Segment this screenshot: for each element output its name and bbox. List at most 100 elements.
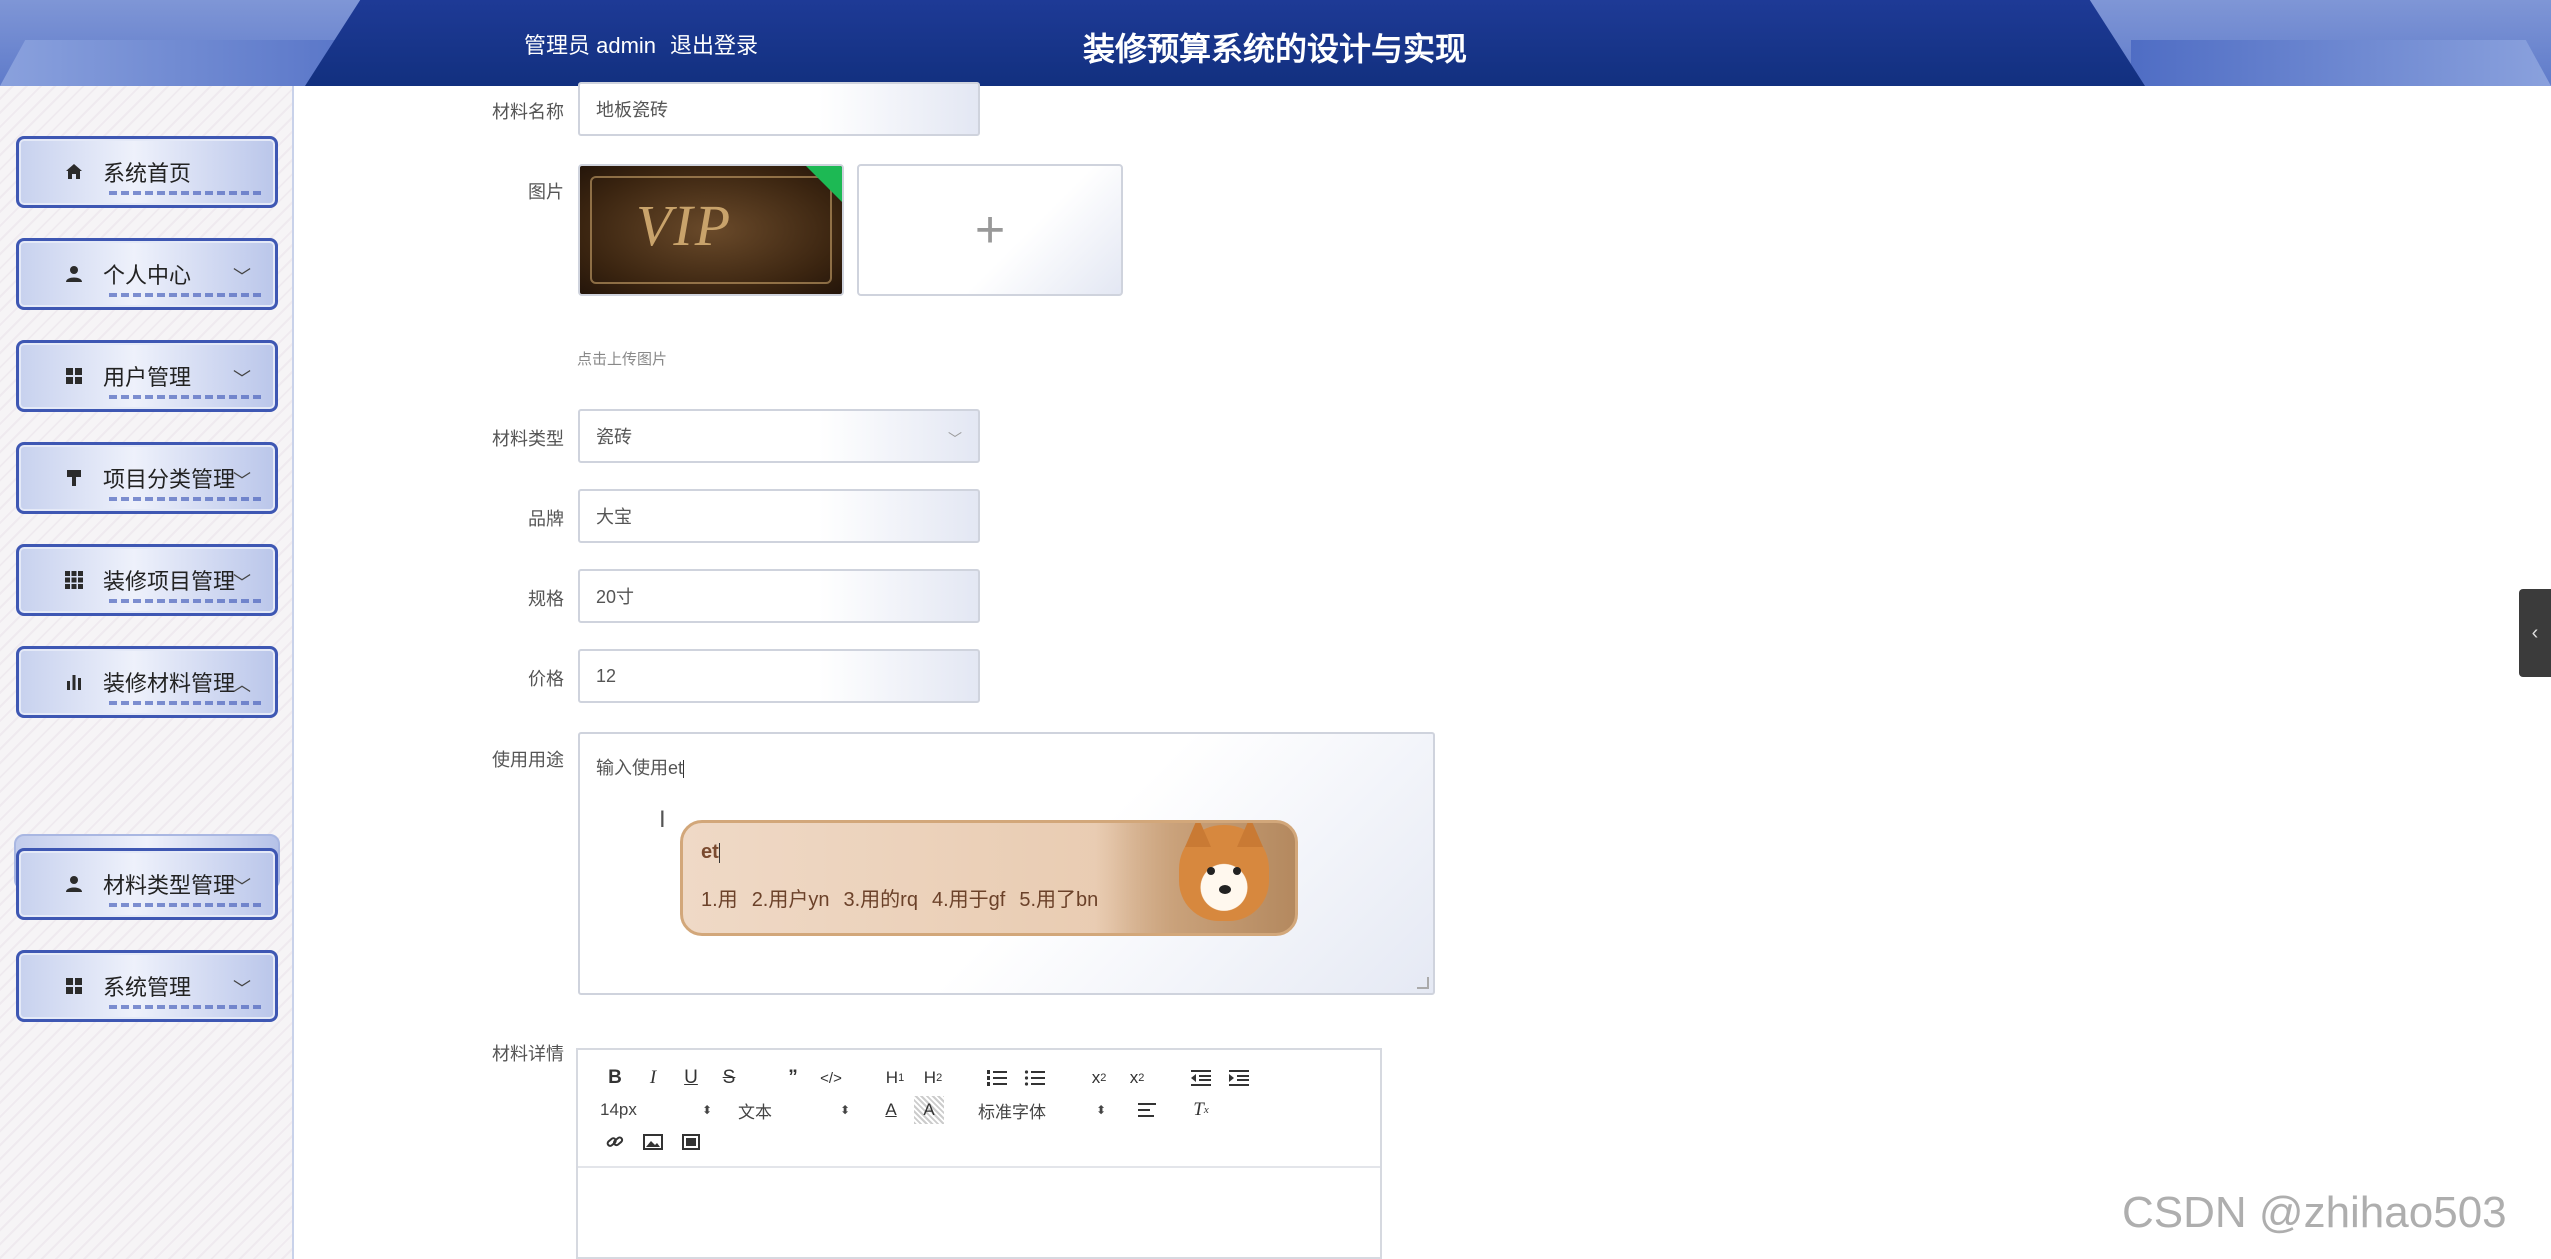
font-size-select[interactable]: 14px ⬍ bbox=[600, 1096, 712, 1124]
header-select-value: 文本 bbox=[738, 1102, 772, 1122]
ime-composition: et bbox=[701, 841, 720, 864]
header-wing-right bbox=[2131, 40, 2551, 86]
indent-icon[interactable] bbox=[1224, 1064, 1254, 1092]
home-icon bbox=[63, 161, 85, 183]
bar-chart-icon bbox=[63, 671, 85, 693]
font-size-value: 14px bbox=[600, 1100, 637, 1119]
menu-decor bbox=[109, 293, 261, 297]
clear-format-icon[interactable]: Tx bbox=[1186, 1096, 1216, 1124]
menu-decor bbox=[109, 701, 261, 705]
strikethrough-icon[interactable]: S bbox=[714, 1064, 744, 1092]
sidebar-item-label: 系统首页 bbox=[103, 161, 192, 186]
menu-decor bbox=[109, 903, 261, 907]
sidebar-item-decoration-project[interactable]: 装修项目管理 ﹀ bbox=[16, 544, 278, 616]
font-family-select[interactable]: 标准字体 ⬍ bbox=[978, 1096, 1106, 1124]
ime-candidate-popup: et 1.用 2.用户yn 3.用的rq 4.用于gf 5.用了bn bbox=[680, 820, 1298, 936]
background-color-icon[interactable]: A bbox=[914, 1096, 944, 1124]
chevron-down-icon: ﹀ bbox=[233, 877, 251, 897]
material-name-label: 材料名称 bbox=[492, 102, 564, 122]
image-icon[interactable] bbox=[638, 1128, 668, 1156]
menu-decor bbox=[109, 191, 261, 195]
watermark: CSDN @zhihao503 bbox=[2122, 1188, 2507, 1237]
spec-input[interactable]: 20寸 bbox=[578, 569, 980, 623]
brand-label: 品牌 bbox=[528, 509, 564, 529]
sidebar-item-project-category[interactable]: 项目分类管理 ﹀ bbox=[16, 442, 278, 514]
ime-candidate[interactable]: 2.用户yn bbox=[752, 883, 830, 912]
price-input[interactable]: 12 bbox=[578, 649, 980, 703]
header-1-icon[interactable]: H1 bbox=[880, 1064, 910, 1092]
menu-decor bbox=[109, 395, 261, 399]
spec-label: 规格 bbox=[528, 589, 564, 609]
resize-handle[interactable] bbox=[1417, 977, 1429, 989]
italic-icon[interactable]: I bbox=[638, 1064, 668, 1092]
rich-text-editor: B I U S ” </> H1 H2 x2 x2 14px ⬍ 文本 ⬍ A … bbox=[576, 1048, 1382, 1259]
user-icon bbox=[63, 263, 85, 285]
video-icon[interactable] bbox=[676, 1128, 706, 1156]
menu-decor bbox=[109, 497, 261, 501]
logout-link[interactable]: 退出登录 bbox=[670, 28, 758, 60]
plus-icon: + bbox=[974, 201, 1006, 259]
header-2-icon[interactable]: H2 bbox=[918, 1064, 948, 1092]
blockquote-icon[interactable]: ” bbox=[778, 1064, 808, 1092]
usage-text: 输入使用et bbox=[596, 758, 684, 778]
align-icon[interactable] bbox=[1132, 1096, 1162, 1124]
chevron-up-icon: ︿ bbox=[233, 675, 251, 695]
sidebar-item-personal[interactable]: 个人中心 ﹀ bbox=[16, 238, 278, 310]
sidebar-item-users[interactable]: 用户管理 ﹀ bbox=[16, 340, 278, 412]
sidebar-item-decoration-material[interactable]: 装修材料管理 ︿ bbox=[16, 646, 278, 718]
ime-candidate[interactable]: 4.用于gf bbox=[932, 883, 1005, 912]
user-bar: 管理员 admin 退出登录 bbox=[524, 28, 758, 60]
top-header: 管理员 admin 退出登录 装修预算系统的设计与实现 bbox=[0, 0, 2551, 86]
upload-image-button[interactable]: + bbox=[857, 164, 1123, 296]
material-name-input[interactable]: 地板瓷砖 bbox=[578, 82, 980, 136]
chevron-down-icon: ﹀ bbox=[233, 979, 251, 999]
editor-toolbar: B I U S ” </> H1 H2 x2 x2 14px ⬍ 文本 ⬍ A … bbox=[578, 1050, 1380, 1168]
material-type-select[interactable]: 瓷砖 ﹀ bbox=[578, 409, 980, 463]
user-icon bbox=[63, 873, 85, 895]
bullet-list-icon[interactable] bbox=[1020, 1064, 1050, 1092]
ime-candidates: 1.用 2.用户yn 3.用的rq 4.用于gf 5.用了bn bbox=[701, 883, 1098, 912]
ime-candidate[interactable]: 5.用了bn bbox=[1019, 883, 1098, 912]
dog-ear bbox=[1237, 823, 1263, 847]
ime-candidate[interactable]: 1.用 bbox=[701, 883, 738, 912]
code-block-icon[interactable]: </> bbox=[816, 1064, 846, 1092]
header-select[interactable]: 文本 ⬍ bbox=[738, 1096, 850, 1124]
chevron-down-icon: ﹀ bbox=[948, 431, 962, 447]
toolbar-row-1: B I U S ” </> H1 H2 x2 x2 bbox=[600, 1064, 1262, 1092]
sidebar: 系统首页 个人中心 ﹀ 用户管理 ﹀ 项目分类管理 ﹀ 装修项目管理 ﹀ 装修材… bbox=[0, 86, 294, 1259]
app-title: 装修预算系统的设计与实现 bbox=[1083, 31, 1468, 67]
editor-content-area[interactable] bbox=[578, 1170, 1380, 1257]
brush-icon bbox=[63, 467, 85, 489]
apps-icon bbox=[63, 569, 85, 591]
sidebar-item-label: 装修项目管理 bbox=[103, 569, 236, 594]
outdent-icon[interactable] bbox=[1186, 1064, 1216, 1092]
updown-icon: ⬍ bbox=[839, 1103, 850, 1117]
underline-icon[interactable]: U bbox=[676, 1064, 706, 1092]
sidebar-item-home[interactable]: 系统首页 bbox=[16, 136, 278, 208]
thumbnail-vip-text: VIP bbox=[636, 193, 733, 258]
ordered-list-icon[interactable] bbox=[982, 1064, 1012, 1092]
text-caret bbox=[683, 760, 685, 779]
menu-decor bbox=[109, 1005, 261, 1009]
ime-candidate[interactable]: 3.用的rq bbox=[844, 883, 918, 912]
brand-input[interactable]: 大宝 bbox=[578, 489, 980, 543]
material-type-value: 瓷砖 bbox=[596, 427, 632, 447]
sidebar-item-system[interactable]: 系统管理 ﹀ bbox=[16, 950, 278, 1022]
sidebar-item-label: 项目分类管理 bbox=[103, 467, 236, 492]
dog-eye bbox=[1233, 867, 1241, 875]
grid-icon bbox=[63, 365, 85, 387]
current-user-label: 管理员 admin bbox=[524, 33, 657, 58]
font-color-icon[interactable]: A bbox=[876, 1096, 906, 1124]
chevron-down-icon: ﹀ bbox=[233, 267, 251, 287]
drawer-toggle-button[interactable]: ‹ bbox=[2519, 589, 2551, 677]
bold-icon[interactable]: B bbox=[600, 1064, 630, 1092]
sidebar-item-material-type[interactable]: 材料类型管理 ﹀ bbox=[16, 848, 278, 920]
uploaded-image-thumbnail[interactable]: VIP bbox=[578, 164, 844, 296]
grid-icon bbox=[63, 975, 85, 997]
link-icon[interactable] bbox=[600, 1128, 630, 1156]
superscript-icon[interactable]: x2 bbox=[1122, 1064, 1152, 1092]
dog-nose bbox=[1219, 885, 1231, 894]
toolbar-row-2: 14px ⬍ 文本 ⬍ A A 标准字体 ⬍ Tx bbox=[600, 1096, 1224, 1124]
subscript-icon[interactable]: x2 bbox=[1084, 1064, 1114, 1092]
image-label: 图片 bbox=[528, 182, 564, 202]
